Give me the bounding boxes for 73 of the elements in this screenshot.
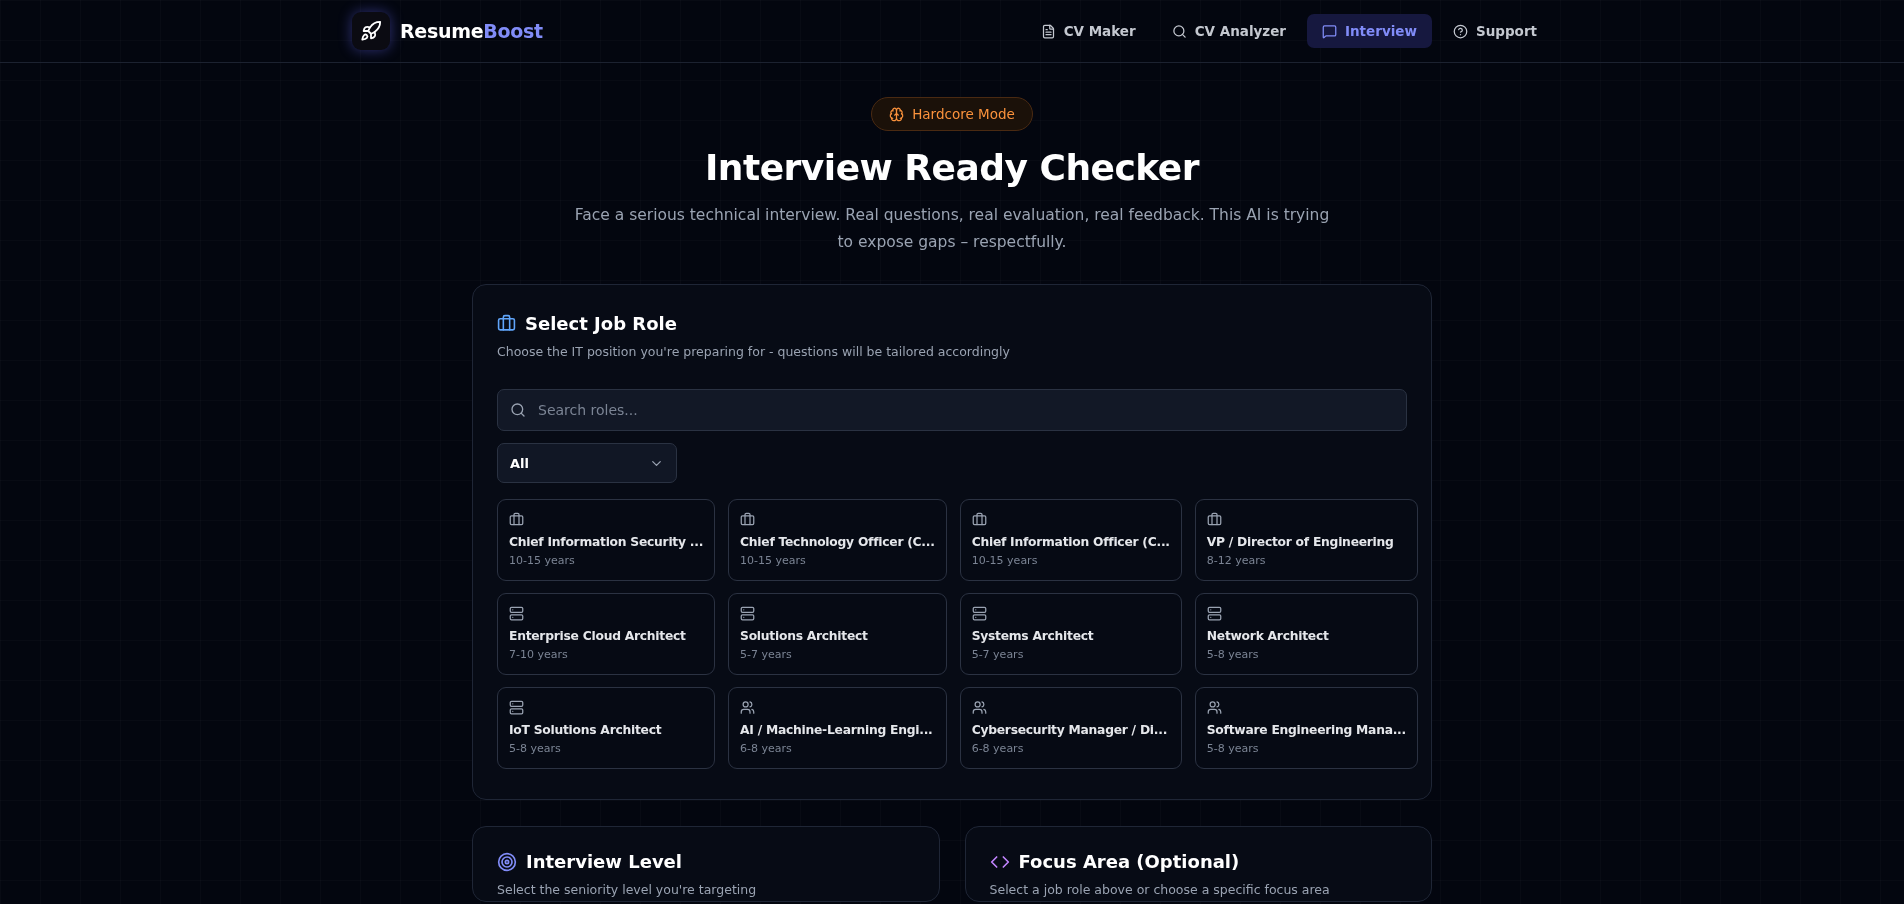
nav-link[interactable]: CV Analyzer <box>1156 14 1301 48</box>
role-name: Software Engineering Mana... <box>1206 723 1406 737</box>
role-card[interactable]: Enterprise Cloud Architect 7-10 years <box>497 593 716 675</box>
role-card[interactable]: VP / Director of Engineering 8-12 years <box>1194 499 1418 581</box>
search-icon <box>510 402 526 418</box>
users-icon <box>740 700 756 715</box>
role-experience: 5-8 years <box>1206 648 1260 661</box>
users-icon <box>971 700 987 715</box>
role-card[interactable]: Solutions Architect 5-7 years <box>728 593 947 675</box>
role-name: Enterprise Cloud Architect <box>509 629 687 643</box>
briefcase-icon <box>497 314 516 333</box>
role-card[interactable]: Chief Technology Officer (C... 10-15 years <box>728 499 947 581</box>
chat-icon <box>1322 23 1337 39</box>
role-name: Network Architect <box>1206 629 1330 643</box>
document-icon <box>1040 23 1056 39</box>
server-icon <box>509 700 524 715</box>
panel-description: Select a job role above or choose a specific focus area <box>989 882 1331 897</box>
nav-link[interactable]: Interview <box>1307 14 1432 48</box>
mode-badge: Hardcore Mode <box>871 97 1033 131</box>
logo-text: ResumeBoost <box>400 20 543 42</box>
role-experience: 5-7 years <box>971 648 1025 661</box>
role-card[interactable]: Chief Information Officer (C... 10-15 years <box>959 499 1182 581</box>
card-description: Choose the IT position you're preparing for - questions will be tailored accordingly <box>497 344 1011 359</box>
search-field[interactable]: Search roles... <box>497 389 1407 431</box>
briefcase-icon <box>740 512 756 527</box>
role-name: Chief Information Officer (C... <box>971 535 1170 549</box>
role-experience: 6-8 years <box>971 742 1025 755</box>
role-name: Solutions Architect <box>740 629 869 643</box>
role-experience: 10-15 years <box>509 554 576 567</box>
role-name: Systems Architect <box>971 629 1095 643</box>
briefcase-icon <box>1206 512 1222 527</box>
server-icon <box>740 606 756 621</box>
server-icon <box>509 606 524 621</box>
role-card[interactable]: IoT Solutions Architect 5-8 years <box>497 687 716 769</box>
role-card[interactable]: Chief Information Security ... 10-15 years <box>497 499 716 581</box>
role-experience: 5-8 years <box>1206 742 1260 755</box>
panel-title: Focus Area (Optional) <box>1018 851 1240 872</box>
role-experience: 6-8 years <box>740 742 793 755</box>
logo[interactable] <box>352 12 390 50</box>
role-card[interactable]: Network Architect 5-8 years <box>1194 593 1418 675</box>
server-icon <box>1206 606 1222 621</box>
role-experience: 5-8 years <box>509 742 562 755</box>
role-experience: 8-12 years <box>1206 554 1267 567</box>
role-name: Chief Technology Officer (C... <box>740 535 935 549</box>
card-title: Select Job Role <box>525 313 677 334</box>
role-card[interactable]: AI / Machine-Learning Engi... 6-8 years <box>728 687 947 769</box>
role-card[interactable]: Cybersecurity Manager / Di... 6-8 years <box>959 687 1182 769</box>
search-icon <box>1171 23 1187 39</box>
target-icon <box>497 851 517 872</box>
role-name: Chief Information Security ... <box>509 535 704 549</box>
brain-icon <box>889 106 905 122</box>
category-dropdown[interactable]: All <box>497 443 677 483</box>
briefcase-icon <box>509 512 524 527</box>
page-subtitle: Face a serious technical interview. Real questions, real evaluation, real feedback. This AI is trying to expose gaps – respectfully. <box>573 205 1331 253</box>
role-experience: 5-7 years <box>740 648 793 661</box>
panel-description: Select the seniority level you're targeting <box>497 882 758 897</box>
help-icon <box>1452 23 1468 39</box>
role-experience: 7-10 years <box>509 648 569 661</box>
nav-link[interactable]: Support <box>1437 14 1552 48</box>
page-title: Interview Ready Checker <box>704 147 1200 188</box>
role-card[interactable]: Systems Architect 5-7 years <box>959 593 1182 675</box>
briefcase-icon <box>971 512 987 527</box>
panel-title: Interview Level <box>526 851 682 872</box>
role-experience: 10-15 years <box>740 554 807 567</box>
role-name: AI / Machine-Learning Engi... <box>740 723 934 737</box>
users-icon <box>1206 700 1222 715</box>
role-name: VP / Director of Engineering <box>1206 535 1395 549</box>
role-name: Cybersecurity Manager / Di... <box>971 723 1169 737</box>
server-icon <box>971 606 987 621</box>
role-card[interactable]: Software Engineering Mana... 5-8 years <box>1194 687 1418 769</box>
role-experience: 10-15 years <box>971 554 1039 567</box>
nav-link[interactable]: CV Maker <box>1025 14 1151 48</box>
role-name: IoT Solutions Architect <box>509 723 663 737</box>
